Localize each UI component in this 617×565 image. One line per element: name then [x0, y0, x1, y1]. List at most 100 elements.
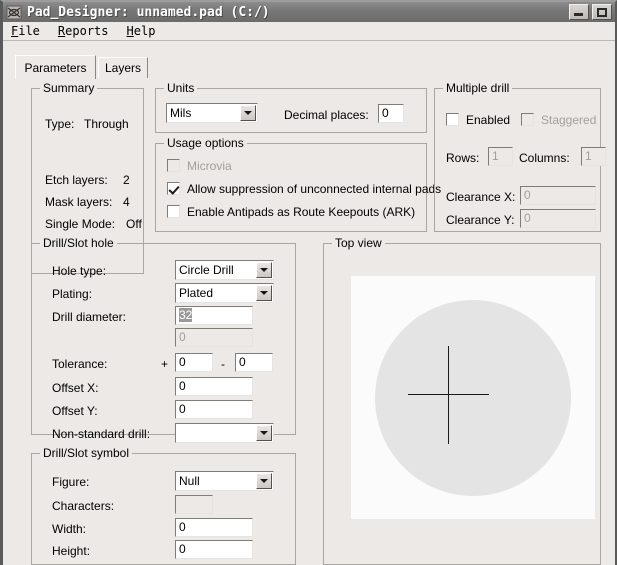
plating-label: Plating: — [52, 287, 93, 301]
menu-reports[interactable]: Reports — [56, 23, 117, 39]
allow-suppression-label: Allow suppression of unconnected interna… — [187, 182, 442, 196]
chevron-down-icon[interactable] — [256, 262, 272, 278]
columns-label: Columns: — [519, 151, 570, 165]
symbol-width-value: 0 — [179, 520, 186, 534]
maximize-icon — [597, 8, 607, 17]
summary-mask-layers-value: 4 — [123, 195, 130, 209]
symbol-height-value: 0 — [179, 542, 186, 556]
units-combo-value: Mils — [170, 106, 192, 120]
offset-y-input[interactable]: 0 — [175, 400, 253, 419]
offset-x-label: Offset X: — [52, 381, 99, 395]
figure-value: Null — [179, 474, 200, 488]
menu-help[interactable]: Help — [125, 23, 164, 39]
menu-file[interactable]: File — [9, 23, 48, 39]
chevron-down-icon[interactable] — [256, 473, 272, 489]
top-view-group: Top view — [323, 237, 601, 565]
allow-suppression-checkbox[interactable] — [167, 182, 180, 195]
symbol-width-label: Width: — [52, 522, 87, 536]
clearance-y-input: 0 — [520, 209, 596, 228]
app-icon — [6, 5, 22, 20]
plating-combo[interactable]: Plated — [175, 283, 274, 303]
drill-slot-hole-title: Drill/Slot hole — [40, 237, 117, 249]
tolerance-plus-input[interactable]: 0 — [175, 353, 213, 372]
summary-type-value: Through — [84, 117, 129, 131]
multiple-drill-title: Multiple drill — [443, 82, 513, 94]
rows-input: 1 — [488, 147, 513, 166]
hole-type-value: Circle Drill — [179, 263, 234, 277]
drill-slot-hole-group: Drill/Slot hole Hole type: Circle Drill … — [31, 237, 296, 443]
summary-type-label: Type: — [45, 117, 75, 131]
crosshair-horizontal — [408, 394, 489, 395]
symbol-width-input[interactable]: 0 — [175, 518, 253, 537]
units-group: Units Mils Decimal places: 0 — [155, 82, 427, 133]
client-area: Parameters Layers Summary Type: Through … — [3, 42, 615, 565]
enable-antipads-checkbox[interactable] — [167, 205, 180, 218]
tolerance-label: Tolerance: — [52, 357, 108, 371]
application-window: Pad_Designer: unnamed.pad (C:/) File Rep… — [0, 0, 617, 565]
summary-mask-layers-label: Mask layers: — [45, 195, 113, 209]
characters-label: Characters: — [52, 499, 115, 513]
offset-y-value: 0 — [179, 402, 186, 416]
tab-parameters[interactable]: Parameters — [15, 55, 96, 79]
chevron-down-icon[interactable] — [256, 425, 272, 441]
summary-etch-layers-label: Etch layers: — [45, 173, 108, 187]
tolerance-minus-value: 0 — [239, 355, 246, 369]
drill-diameter-input[interactable]: 32 — [175, 306, 253, 325]
top-view-canvas[interactable] — [351, 276, 595, 519]
columns-value: 1 — [585, 149, 592, 163]
minimize-button[interactable] — [569, 4, 589, 20]
tab-layers-label: Layers — [104, 61, 142, 75]
non-standard-drill-combo[interactable] — [175, 423, 274, 443]
characters-input — [175, 495, 213, 514]
tab-strip: Parameters Layers — [15, 55, 605, 79]
figure-combo[interactable]: Null — [175, 471, 274, 491]
plating-value: Plated — [179, 286, 214, 300]
summary-single-mode-value: Off — [126, 217, 142, 231]
decimal-places-label: Decimal places: — [284, 108, 369, 122]
decimal-places-input[interactable]: 0 — [378, 104, 404, 123]
offset-x-input[interactable]: 0 — [175, 377, 253, 396]
multiple-drill-staggered-checkbox — [521, 113, 534, 126]
multiple-drill-enabled-checkbox[interactable] — [446, 113, 459, 126]
units-combo[interactable]: Mils — [166, 103, 258, 123]
microvia-label: Microvia — [187, 159, 232, 173]
window-controls — [569, 4, 612, 20]
tab-layers[interactable]: Layers — [98, 57, 148, 78]
clearance-y-value: 0 — [524, 211, 531, 225]
multiple-drill-group: Multiple drill Enabled Staggered Rows: 1… — [434, 82, 606, 232]
chevron-down-icon[interactable] — [240, 105, 256, 121]
drill-slot-symbol-title: Drill/Slot symbol — [40, 447, 133, 459]
symbol-height-label: Height: — [52, 544, 91, 558]
minimize-icon — [574, 13, 583, 16]
decimal-places-value: 0 — [382, 106, 389, 120]
drill-length-input: 0 — [175, 328, 253, 347]
drill-diameter-value: 32 — [179, 308, 193, 322]
drill-diameter-label: Drill diameter: — [52, 310, 127, 324]
clearance-x-label: Clearance X: — [446, 190, 516, 204]
tolerance-minus-input[interactable]: 0 — [235, 353, 273, 372]
crosshair-vertical — [448, 346, 449, 444]
summary-title: Summary — [40, 82, 98, 94]
tolerance-plus-sign: + — [161, 357, 169, 371]
summary-single-mode-label: Single Mode: — [45, 217, 116, 231]
enable-antipads-label: Enable Antipads as Route Keepouts (ARK) — [187, 205, 416, 219]
non-standard-drill-label: Non-standard drill: — [52, 427, 151, 441]
microvia-checkbox — [167, 159, 180, 172]
menu-bar: File Reports Help — [3, 22, 615, 41]
chevron-down-icon[interactable] — [256, 285, 272, 301]
title-bar[interactable]: Pad_Designer: unnamed.pad (C:/) — [3, 2, 615, 22]
pad-circle-shape — [375, 300, 571, 496]
hole-type-combo[interactable]: Circle Drill — [175, 260, 274, 280]
hole-type-label: Hole type: — [52, 264, 107, 278]
units-title: Units — [164, 82, 198, 94]
top-view-title: Top view — [332, 237, 385, 249]
clearance-x-value: 0 — [524, 188, 531, 202]
figure-label: Figure: — [52, 475, 90, 489]
symbol-height-input[interactable]: 0 — [175, 540, 253, 559]
maximize-button[interactable] — [592, 4, 612, 20]
drill-length-value: 0 — [179, 330, 186, 344]
clearance-x-input: 0 — [520, 186, 596, 205]
clearance-y-label: Clearance Y: — [446, 213, 515, 227]
offset-y-label: Offset Y: — [52, 404, 98, 418]
columns-input: 1 — [581, 147, 606, 166]
